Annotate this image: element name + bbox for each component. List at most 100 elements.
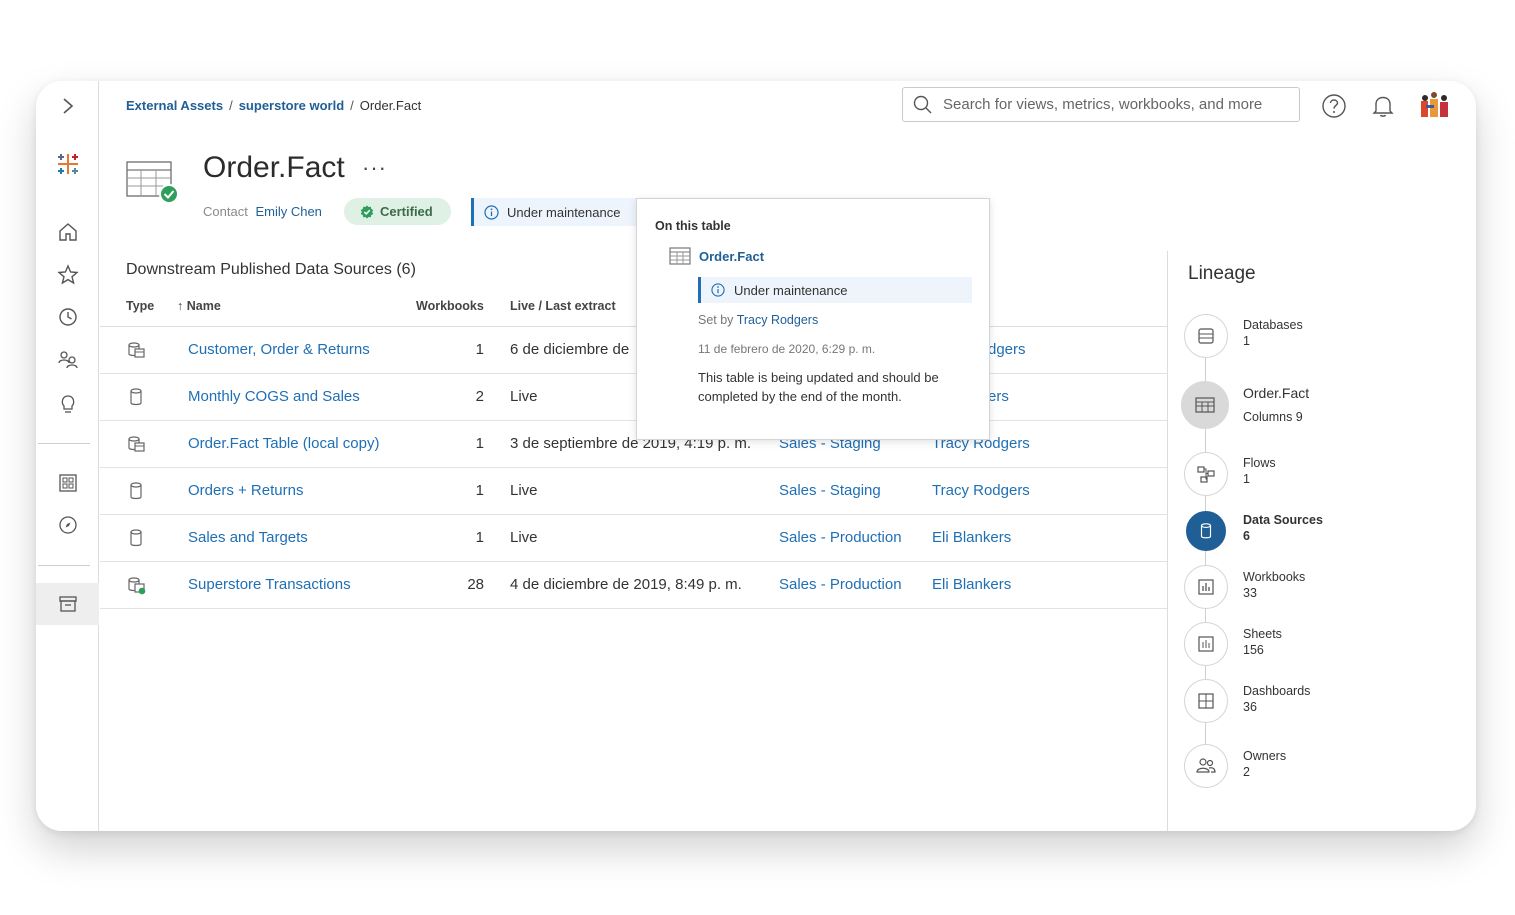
favorites-star-icon[interactable] [36,259,99,291]
lineage-label-databases[interactable]: Databases 1 [1243,317,1303,349]
lineage-label-workbooks[interactable]: Workbooks 33 [1243,569,1305,601]
table-row[interactable]: Superstore Transactions 28 4 de diciembr… [100,562,1167,609]
col-header-type[interactable]: Type [126,299,154,313]
lineage-panel: Lineage Databases 1 Order.Fact Columns 9… [1167,251,1476,831]
popover-status-box: Under maintenance [698,277,972,303]
row-project-link[interactable]: Sales - Production [779,576,902,593]
lineage-node-dashboards[interactable] [1184,679,1228,723]
breadcrumb-current: Order.Fact [359,98,422,113]
lineage-node-data-sources[interactable] [1186,511,1226,551]
node-count: 1 [1243,472,1250,486]
breadcrumb-external-assets[interactable]: External Assets [126,98,223,113]
home-icon[interactable] [36,216,99,248]
row-extract: Live [510,482,538,499]
dashboard-icon [1198,693,1214,709]
node-label: Flows [1243,456,1276,470]
rail-divider [38,565,90,566]
shared-with-me-icon[interactable] [36,344,99,376]
expand-nav-chevron-icon[interactable] [36,90,99,122]
col-header-workbooks[interactable]: Workbooks [416,299,484,313]
table-icon [669,247,691,265]
search-box[interactable] [902,87,1300,122]
node-count: 6 [1243,529,1250,543]
set-by-user-link[interactable]: Tracy Rodgers [737,313,819,327]
row-workbooks: 1 [475,435,484,452]
set-by-label: Set by [698,313,734,327]
node-label: Workbooks [1243,570,1306,584]
table-icon [1195,397,1215,413]
table-row[interactable]: Order.Fact Table (local copy) 1 3 de sep… [100,421,1167,468]
explore-compass-icon[interactable] [36,509,99,541]
row-project-link[interactable]: Sales - Staging [779,482,881,499]
col-header-extract[interactable]: Live / Last extract [510,299,616,313]
maintenance-label: Under maintenance [507,204,621,220]
certified-badge[interactable]: Certified [344,198,451,225]
recommendations-lightbulb-icon[interactable] [36,388,99,420]
col-header-name[interactable]: ↑ Name [177,299,221,313]
node-label: Owners [1243,749,1287,763]
lineage-label-order-fact[interactable]: Order.Fact Columns 9 [1243,381,1309,429]
lineage-label-data-sources[interactable]: Data Sources 6 [1243,512,1323,544]
popover-set-by: Set by Tracy Rodgers [698,313,818,327]
maintenance-popover: On this table Order.Fact Under maintenan… [636,198,990,440]
collections-icon[interactable] [36,467,99,499]
external-assets-icon[interactable] [36,583,99,625]
node-count: Columns 9 [1243,410,1303,424]
row-name-link[interactable]: Monthly COGS and Sales [188,388,360,405]
lineage-node-owners[interactable] [1184,744,1228,788]
lineage-label-sheets[interactable]: Sheets 156 [1243,626,1282,658]
table-asset-icon [126,161,180,210]
lineage-label-dashboards[interactable]: Dashboards 36 [1243,683,1310,715]
breadcrumb-superstore-world[interactable]: superstore world [239,98,344,113]
workbook-icon [1198,579,1214,595]
more-actions-button[interactable]: ··· [362,155,387,181]
user-avatar[interactable] [1418,89,1452,123]
app-window: External Assets / superstore world / Ord… [36,81,1476,831]
row-name-link[interactable]: Superstore Transactions [188,576,351,593]
lineage-node-databases[interactable] [1184,314,1228,358]
node-label: Data Sources [1243,513,1323,527]
row-owner-link[interactable]: Eli Blankers [932,576,1011,593]
help-icon[interactable] [1321,93,1347,119]
node-count: 2 [1243,765,1250,779]
row-name-link[interactable]: Sales and Targets [188,529,308,546]
recents-clock-icon[interactable] [36,301,99,333]
row-owner-link[interactable]: dgers [988,341,1026,358]
row-name-link[interactable]: Order.Fact Table (local copy) [188,435,379,452]
breadcrumb-separator: / [350,98,354,113]
page-title: Order.Fact [203,151,345,184]
info-icon [711,283,725,297]
row-owner-link[interactable]: Tracy Rodgers [932,482,1030,499]
lineage-node-sheets[interactable] [1184,622,1228,666]
row-project-link[interactable]: Sales - Production [779,529,902,546]
notifications-bell-icon[interactable] [1370,93,1396,119]
popover-description: This table is being updated and should b… [698,370,939,404]
tableau-logo-icon[interactable] [36,148,99,180]
popover-table-name[interactable]: Order.Fact [699,249,764,264]
live-datasource-icon [126,528,146,552]
search-input[interactable] [943,96,1283,113]
table-row[interactable]: Monthly COGS and Sales 2 Live ers [100,374,1167,421]
lineage-node-workbooks[interactable] [1184,565,1228,609]
maintenance-badge[interactable]: Under maintenance [471,198,641,226]
popover-table-link[interactable]: Order.Fact [669,247,764,265]
row-extract: Live [510,529,538,546]
live-datasource-icon [126,387,146,411]
row-workbooks: 28 [467,576,484,593]
node-label: Databases [1243,318,1303,332]
lineage-node-order-fact[interactable] [1181,381,1229,429]
lineage-label-flows[interactable]: Flows 1 [1243,455,1276,487]
lineage-label-owners[interactable]: Owners 2 [1243,748,1286,780]
contact-name-link[interactable]: Emily Chen [255,204,321,219]
table-row[interactable]: Sales and Targets 1 Live Sales - Product… [100,515,1167,562]
rail-divider [38,443,90,444]
row-workbooks: 1 [475,341,484,358]
row-name-link[interactable]: Orders + Returns [188,482,303,499]
table-row[interactable]: Customer, Order & Returns 1 6 de diciemb… [100,327,1167,374]
table-row[interactable]: Orders + Returns 1 Live Sales - Staging … [100,468,1167,515]
row-owner-link[interactable]: Eli Blankers [932,529,1011,546]
node-label: Sheets [1243,627,1282,641]
lineage-node-flows[interactable] [1184,452,1228,496]
row-name-link[interactable]: Customer, Order & Returns [188,341,370,358]
row-owner-link[interactable]: ers [988,388,1009,405]
